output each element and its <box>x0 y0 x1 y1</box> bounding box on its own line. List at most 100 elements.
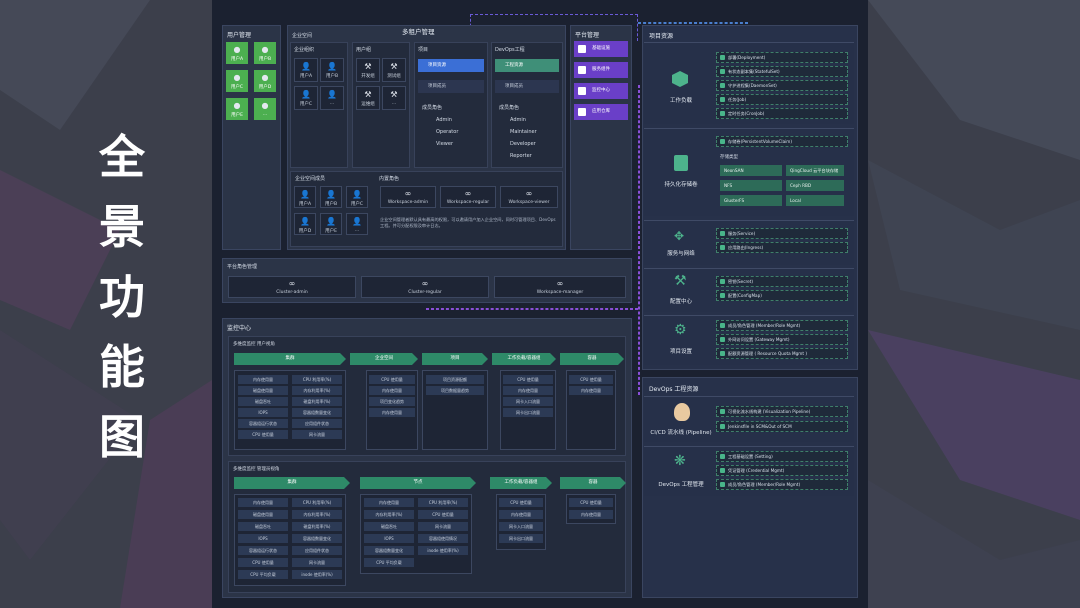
user-tile[interactable]: ●... <box>254 98 276 120</box>
role-item: Developer <box>510 141 536 147</box>
resource-item[interactable]: 任务(Job) <box>716 94 848 105</box>
group-item[interactable]: ⚒ 测试组 <box>382 58 406 82</box>
user-icon: 👤 <box>326 190 336 199</box>
org-user[interactable]: 👤 用户A <box>294 58 318 82</box>
ws-user[interactable]: 👤 用户E <box>320 213 342 235</box>
resource-item[interactable]: 定时任务(CronJob) <box>716 108 848 119</box>
panel-title: 多租户管理 <box>402 28 435 36</box>
section-label: 工作负载 <box>669 98 692 104</box>
resource-item[interactable]: 配置(ConfigMap) <box>716 290 848 301</box>
platform-role[interactable]: ∞ Workspace-manager <box>494 276 626 298</box>
ws-role[interactable]: ∞ Workspace-admin <box>380 186 436 208</box>
panel-title: DevOps 工程资源 <box>649 386 699 393</box>
resource-item[interactable]: 有状态副本集(StatefulSet) <box>716 66 848 77</box>
devops-item[interactable]: 成员/角色管理 (Member/Role Mgmt) <box>716 479 848 490</box>
ws-role[interactable]: ∞ Workspace-viewer <box>500 186 558 208</box>
ws-user[interactable]: 👤 用户B <box>320 186 342 208</box>
devops-member-chip[interactable]: 项目成员 <box>495 80 559 93</box>
metric-item: CPU 利用率(%) <box>292 498 342 507</box>
storage-type[interactable]: Local <box>786 195 844 206</box>
monitor-arrow: 项目 <box>422 353 488 365</box>
ws-user[interactable]: 👤 用户C <box>346 186 368 208</box>
platform-role[interactable]: ∞ Cluster-regular <box>361 276 489 298</box>
metric-item: 网卡出口流量 <box>503 408 553 417</box>
service-icon <box>578 66 586 74</box>
section-label: DevOps 工程管理 <box>658 482 704 488</box>
ws-user[interactable]: 👤... <box>346 213 368 235</box>
group-item[interactable]: ⚒ 开发组 <box>356 58 380 82</box>
platform-item[interactable]: 服务组件 <box>574 62 628 78</box>
platform-item[interactable]: 应用仓库 <box>574 104 628 120</box>
project-member-chip[interactable]: 项目成员 <box>418 80 484 93</box>
storage-type[interactable]: NFS <box>720 180 782 191</box>
metric-item: CPU 平均负载 <box>364 558 414 567</box>
user-tile[interactable]: ● 用户D <box>254 70 276 92</box>
metric-item: CPU 利用率(%) <box>292 375 342 384</box>
devops-item[interactable]: 凭证管理 (Credential Mgmt) <box>716 465 848 476</box>
panel-title: 平台角色管理 <box>227 264 258 270</box>
resource-item[interactable]: 配额资源管理 ( Resource Quota Mgmt ) <box>716 348 848 359</box>
metric-item: 应用组件状态 <box>292 419 342 428</box>
devops-item[interactable]: 可视化流水线构建 (Visualization Pipeline) <box>716 406 848 417</box>
metric-item: 内存使用量 <box>569 386 613 395</box>
role-item: Viewer <box>436 141 453 147</box>
org-user[interactable]: 👤 用户C <box>294 86 318 110</box>
metric-item: 内存使用量 <box>369 386 415 395</box>
group-item[interactable]: ⚒... <box>382 86 406 110</box>
metric-item: CPU 使用量 <box>238 558 288 567</box>
user-icon: 👤 <box>326 217 336 226</box>
box-title: DevOps工程 <box>495 47 525 53</box>
panel-title: 平台管理 <box>575 32 600 39</box>
platform-item[interactable]: 基础设施 <box>574 41 628 57</box>
platform-item[interactable]: 监控中心 <box>574 83 628 99</box>
glasses-icon: ∞ <box>404 189 412 198</box>
box-title: 多维度监控 用户视角 <box>233 342 275 347</box>
metric-item: IOPS <box>364 534 414 543</box>
user-tile[interactable]: ● 用户C <box>226 70 248 92</box>
resource-item[interactable]: 应用路由(Ingress) <box>716 242 848 253</box>
storage-type[interactable]: GlusterFS <box>720 195 782 206</box>
resource-item[interactable]: 外网访问设置 (Gateway Mgmt) <box>716 334 848 345</box>
metric-item: 容器组数量变化 <box>292 534 342 543</box>
side-title-char: 能 <box>99 340 145 394</box>
user-tile[interactable]: ● 用户A <box>226 42 248 64</box>
monitor-icon <box>578 87 586 95</box>
user-tile[interactable]: ● 用户B <box>254 42 276 64</box>
ws-user[interactable]: 👤 用户D <box>294 213 316 235</box>
devops-item[interactable]: Jenkinsfile in SCM&Out of SCM <box>716 421 848 432</box>
tools-icon: ⚒ <box>364 62 372 71</box>
metric-item: CPU 使用量 <box>418 510 468 519</box>
storage-type[interactable]: NeonSAN <box>720 165 782 176</box>
storage-type[interactable]: Ceph RBD <box>786 180 844 191</box>
resource-item[interactable]: 守护进程集(DaemonSet) <box>716 80 848 91</box>
network-icon: ✥ <box>674 229 685 243</box>
devops-resource-chip[interactable]: 工程资源 <box>495 59 559 72</box>
resource-item[interactable]: 密钥(Secret) <box>716 276 848 287</box>
platform-role[interactable]: ∞ Cluster-admin <box>228 276 356 298</box>
section-label: 服务与网络 <box>667 251 695 257</box>
resource-item[interactable]: 部署(Deployment) <box>716 52 848 63</box>
metric-item: 内存利用率(%) <box>364 510 414 519</box>
devops-item[interactable]: 工程基础设置 (Setting) <box>716 451 848 462</box>
user-tile[interactable]: ● 用户E <box>226 98 248 120</box>
metric-item: CPU 使用量 <box>499 498 543 507</box>
resource-item[interactable]: 存储卷(PersistentVolumeClaim) <box>716 136 848 147</box>
org-user[interactable]: 👤... <box>320 86 344 110</box>
org-user[interactable]: 👤 用户B <box>320 58 344 82</box>
monitor-arrow: 企业空间 <box>350 353 418 365</box>
resource-item[interactable]: 成员/角色管理 (Member/Role Mgmt) <box>716 320 848 331</box>
ws-user[interactable]: 👤 用户A <box>294 186 316 208</box>
resource-item[interactable]: 服务(Service) <box>716 228 848 239</box>
ws-role[interactable]: ∞ Workspace-regular <box>440 186 496 208</box>
metric-item: 内存使用量 <box>238 498 288 507</box>
glasses-icon: ∞ <box>464 189 472 198</box>
side-title-char: 功 <box>99 270 145 324</box>
workspace-member-box: 企业空间成员 内置角色 <box>290 171 563 247</box>
user-icon: ● <box>233 45 241 54</box>
project-resource-chip[interactable]: 项目资源 <box>418 59 484 72</box>
storage-type[interactable]: QingCloud 云平台块存储 <box>786 165 844 176</box>
user-icon: ● <box>261 101 269 110</box>
metric-item: 项目资源配额 <box>426 375 484 384</box>
group-item[interactable]: ⚒ 运维组 <box>356 86 380 110</box>
metric-item: 磁盘利用率(%) <box>292 397 342 406</box>
